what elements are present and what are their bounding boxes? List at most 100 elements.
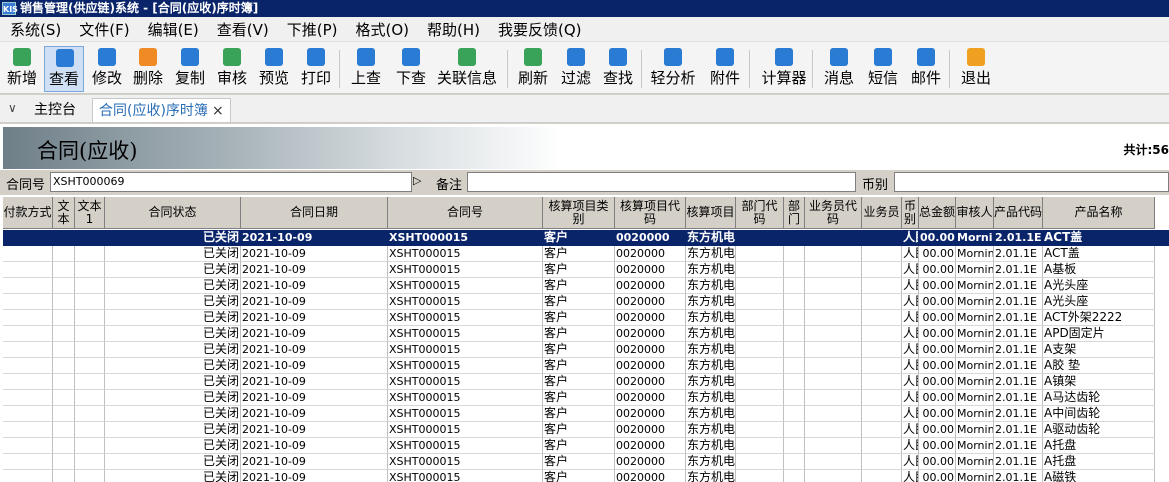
table-row[interactable]: 已关闭2021-10-09XSHT000015客户0020000东方机电 人民00… [3,342,1169,358]
column-header-7[interactable]: 核算项目代码 [615,197,686,229]
currency-label: 币别 [862,178,889,193]
table-row[interactable]: 已关闭2021-10-09XSHT000015客户0020000东方机电 人民00… [3,278,1169,294]
column-header-12[interactable]: 业务员 [862,197,902,229]
toolbar-button-6[interactable]: 预览 [254,46,294,92]
contract-no-field[interactable]: XSHT000069 [50,172,412,192]
table-row[interactable]: 已关闭2021-10-09XSHT000015客户0020000东方机电 人民00… [3,310,1169,326]
table-cell [53,438,75,454]
table-cell: 已关闭 [105,470,241,482]
toolbar-button-3[interactable]: 删除 [128,46,168,92]
table-row[interactable]: 已关闭2021-10-09XSHT000015客户0020000东方机电 人民00… [3,262,1169,278]
menu-item-6[interactable]: 帮助(H) [417,19,488,40]
table-cell [862,230,902,246]
column-header-9[interactable]: 部门代码 [736,197,784,229]
table-row[interactable]: 已关闭2021-10-09XSHT000015客户0020000东方机电 人民00… [3,374,1169,390]
table-cell [736,470,784,482]
table-row[interactable]: 已关闭2021-10-09XSHT000015客户0020000东方机电 人民00… [3,454,1169,470]
menu-item-5[interactable]: 格式(O) [345,19,417,40]
toolbar-button-12[interactable]: 过滤 [555,46,597,92]
table-row[interactable]: 已关闭2021-10-09XSHT000015客户0020000东方机电 人民00… [3,422,1169,438]
toolbar-button-9[interactable]: 下查 [390,46,432,92]
table-cell: 2.01.1E [994,310,1043,326]
toolbar-separator [641,50,642,88]
column-header-4[interactable]: 合同日期 [241,197,388,229]
table-row[interactable]: 已关闭2021-10-09XSHT000015客户0020000东方机电 人民00… [3,326,1169,342]
toolbar-button-14[interactable]: 轻分析 [646,46,700,92]
table-row[interactable]: 已关闭2021-10-09XSHT000015客户0020000东方机电 人民00… [3,390,1169,406]
table-row[interactable]: 已关闭2021-10-09XSHT000015客户0020000东方机电 人民00… [3,246,1169,262]
column-header-16[interactable]: 产品代码 [994,197,1043,229]
table-cell [53,262,75,278]
data-grid[interactable]: 付款方式 文本 文本1 合同状态 合同日期 合同号 核算项目类别 核算项目代码 核算项目 部门代码… [3,197,1169,482]
table-cell: Mornin [956,358,994,374]
toolbar-label: 预览 [258,69,289,87]
expand-arrow-icon[interactable]: ▷ [413,174,421,187]
toolbar-button-11[interactable]: 刷新 [512,46,554,92]
column-header-6[interactable]: 核算项目类别 [543,197,615,229]
menu-item-2[interactable]: 编辑(E) [138,19,207,40]
menu-item-7[interactable]: 我要反馈(Q) [488,19,590,40]
toolbar-button-18[interactable]: 短信 [862,46,904,92]
column-header-3[interactable]: 合同状态 [105,197,241,229]
toolbar-button-13[interactable]: 查找 [597,46,639,92]
column-header-17[interactable]: 产品名称 [1043,197,1155,229]
column-header-14[interactable]: 总金额 [919,197,956,229]
column-header-2[interactable]: 文本1 [75,197,105,229]
table-cell: 0020000 [615,390,686,406]
menu-item-1[interactable]: 文件(F) [69,19,137,40]
column-header-13[interactable]: 币别 [902,197,919,229]
table-cell: 已关闭 [105,310,241,326]
table-row[interactable]: 已关闭2021-10-09XSHT000015客户0020000东方机电 人民00… [3,406,1169,422]
analysis-icon [664,48,682,66]
toolbar-button-19[interactable]: 邮件 [905,46,947,92]
toolbar-button-5[interactable]: 审核 [212,46,252,92]
menu-item-3[interactable]: 查看(V) [207,19,277,40]
toolbar-button-2[interactable]: 修改 [86,46,128,92]
toolbar-label: 查找 [602,69,633,87]
table-cell: 已关闭 [105,438,241,454]
toolbar-button-16[interactable]: 计算器 [755,46,813,92]
toolbar-button-20[interactable]: 退出 [955,46,997,92]
column-header-11[interactable]: 业务员代码 [805,197,862,229]
table-cell: 2021-10-09 [241,454,388,470]
table-row[interactable]: 已关闭2021-10-09XSHT000015客户0020000东方机电 人民00… [3,294,1169,310]
column-header-1[interactable]: 文本 [53,197,75,229]
column-header-8[interactable]: 核算项目 [686,197,736,229]
toolbar-button-10[interactable]: 关联信息 [432,46,502,92]
table-cell [53,374,75,390]
toolbar-button-4[interactable]: 复制 [170,46,210,92]
menu-item-4[interactable]: 下推(P) [277,19,346,40]
table-cell: 东方机电 [686,246,736,262]
window-titlebar: KIS 销售管理(供应链)系统 - [合同(应收)序时簿] [0,0,1169,17]
toolbar-button-17[interactable]: 消息 [818,46,860,92]
toolbar-button-0[interactable]: 新增 [2,46,42,92]
menu-item-0[interactable]: 系统(S) [0,19,69,40]
table-cell: A胶 垫 [1043,358,1155,374]
table-row[interactable]: 已关闭2021-10-09XSHT000015客户0020000东方机电 人民00… [3,358,1169,374]
toolbar-button-8[interactable]: 上查 [345,46,387,92]
toolbar-button-7[interactable]: 打印 [296,46,336,92]
table-row[interactable]: 已关闭2021-10-09XSHT000015客户0020000东方机电 人民00… [3,470,1169,482]
table-cell: 2.01.1E [994,390,1043,406]
column-header-15[interactable]: 审核人 [956,197,994,229]
note-field[interactable] [467,172,856,192]
column-header-5[interactable]: 合同号 [388,197,543,229]
close-tab-icon[interactable]: × [212,103,224,119]
table-cell [784,230,805,246]
table-cell: 客户 [543,310,615,326]
tab-home[interactable]: 主控台 [28,98,82,122]
toolbar-label: 新增 [6,69,37,87]
table-cell [736,278,784,294]
table-row[interactable]: 已关闭2021-10-09XSHT000015客户0020000东方机电 人民00… [3,438,1169,454]
chevron-down-icon[interactable]: ∨ [8,101,17,115]
menu-bar: 系统(S) 文件(F) 编辑(E) 查看(V) 下推(P) 格式(O) 帮助(H) 我要反馈(… [0,17,1169,41]
table-row[interactable]: 已关闭2021-10-09XSHT000015客户0020000东方机电 人民00… [3,230,1169,246]
column-header-10[interactable]: 部门 [784,197,805,229]
table-cell: 人民 [902,278,919,294]
table-cell: 客户 [543,406,615,422]
tab-contract-journal[interactable]: 合同(应收)序时簿 × [92,98,231,122]
toolbar-button-1[interactable]: 查看 [44,46,84,92]
column-header-0[interactable]: 付款方式 [3,197,53,229]
currency-field[interactable] [894,172,1169,192]
toolbar-button-15[interactable]: 附件 [704,46,746,92]
